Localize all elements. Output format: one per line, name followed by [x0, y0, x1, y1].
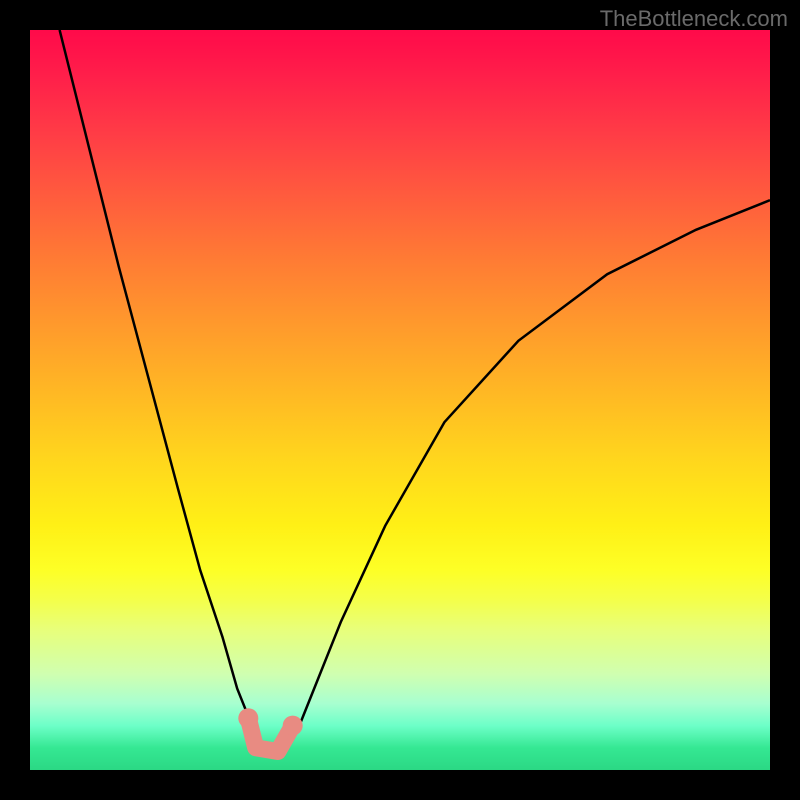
plot-area: [30, 30, 770, 770]
chart-svg: [30, 30, 770, 770]
marker-dot-right: [283, 716, 303, 736]
marker-dot-left: [238, 708, 258, 728]
marker-group: [238, 708, 302, 751]
watermark-text: TheBottleneck.com: [600, 6, 788, 32]
bottleneck-curve: [60, 30, 770, 752]
